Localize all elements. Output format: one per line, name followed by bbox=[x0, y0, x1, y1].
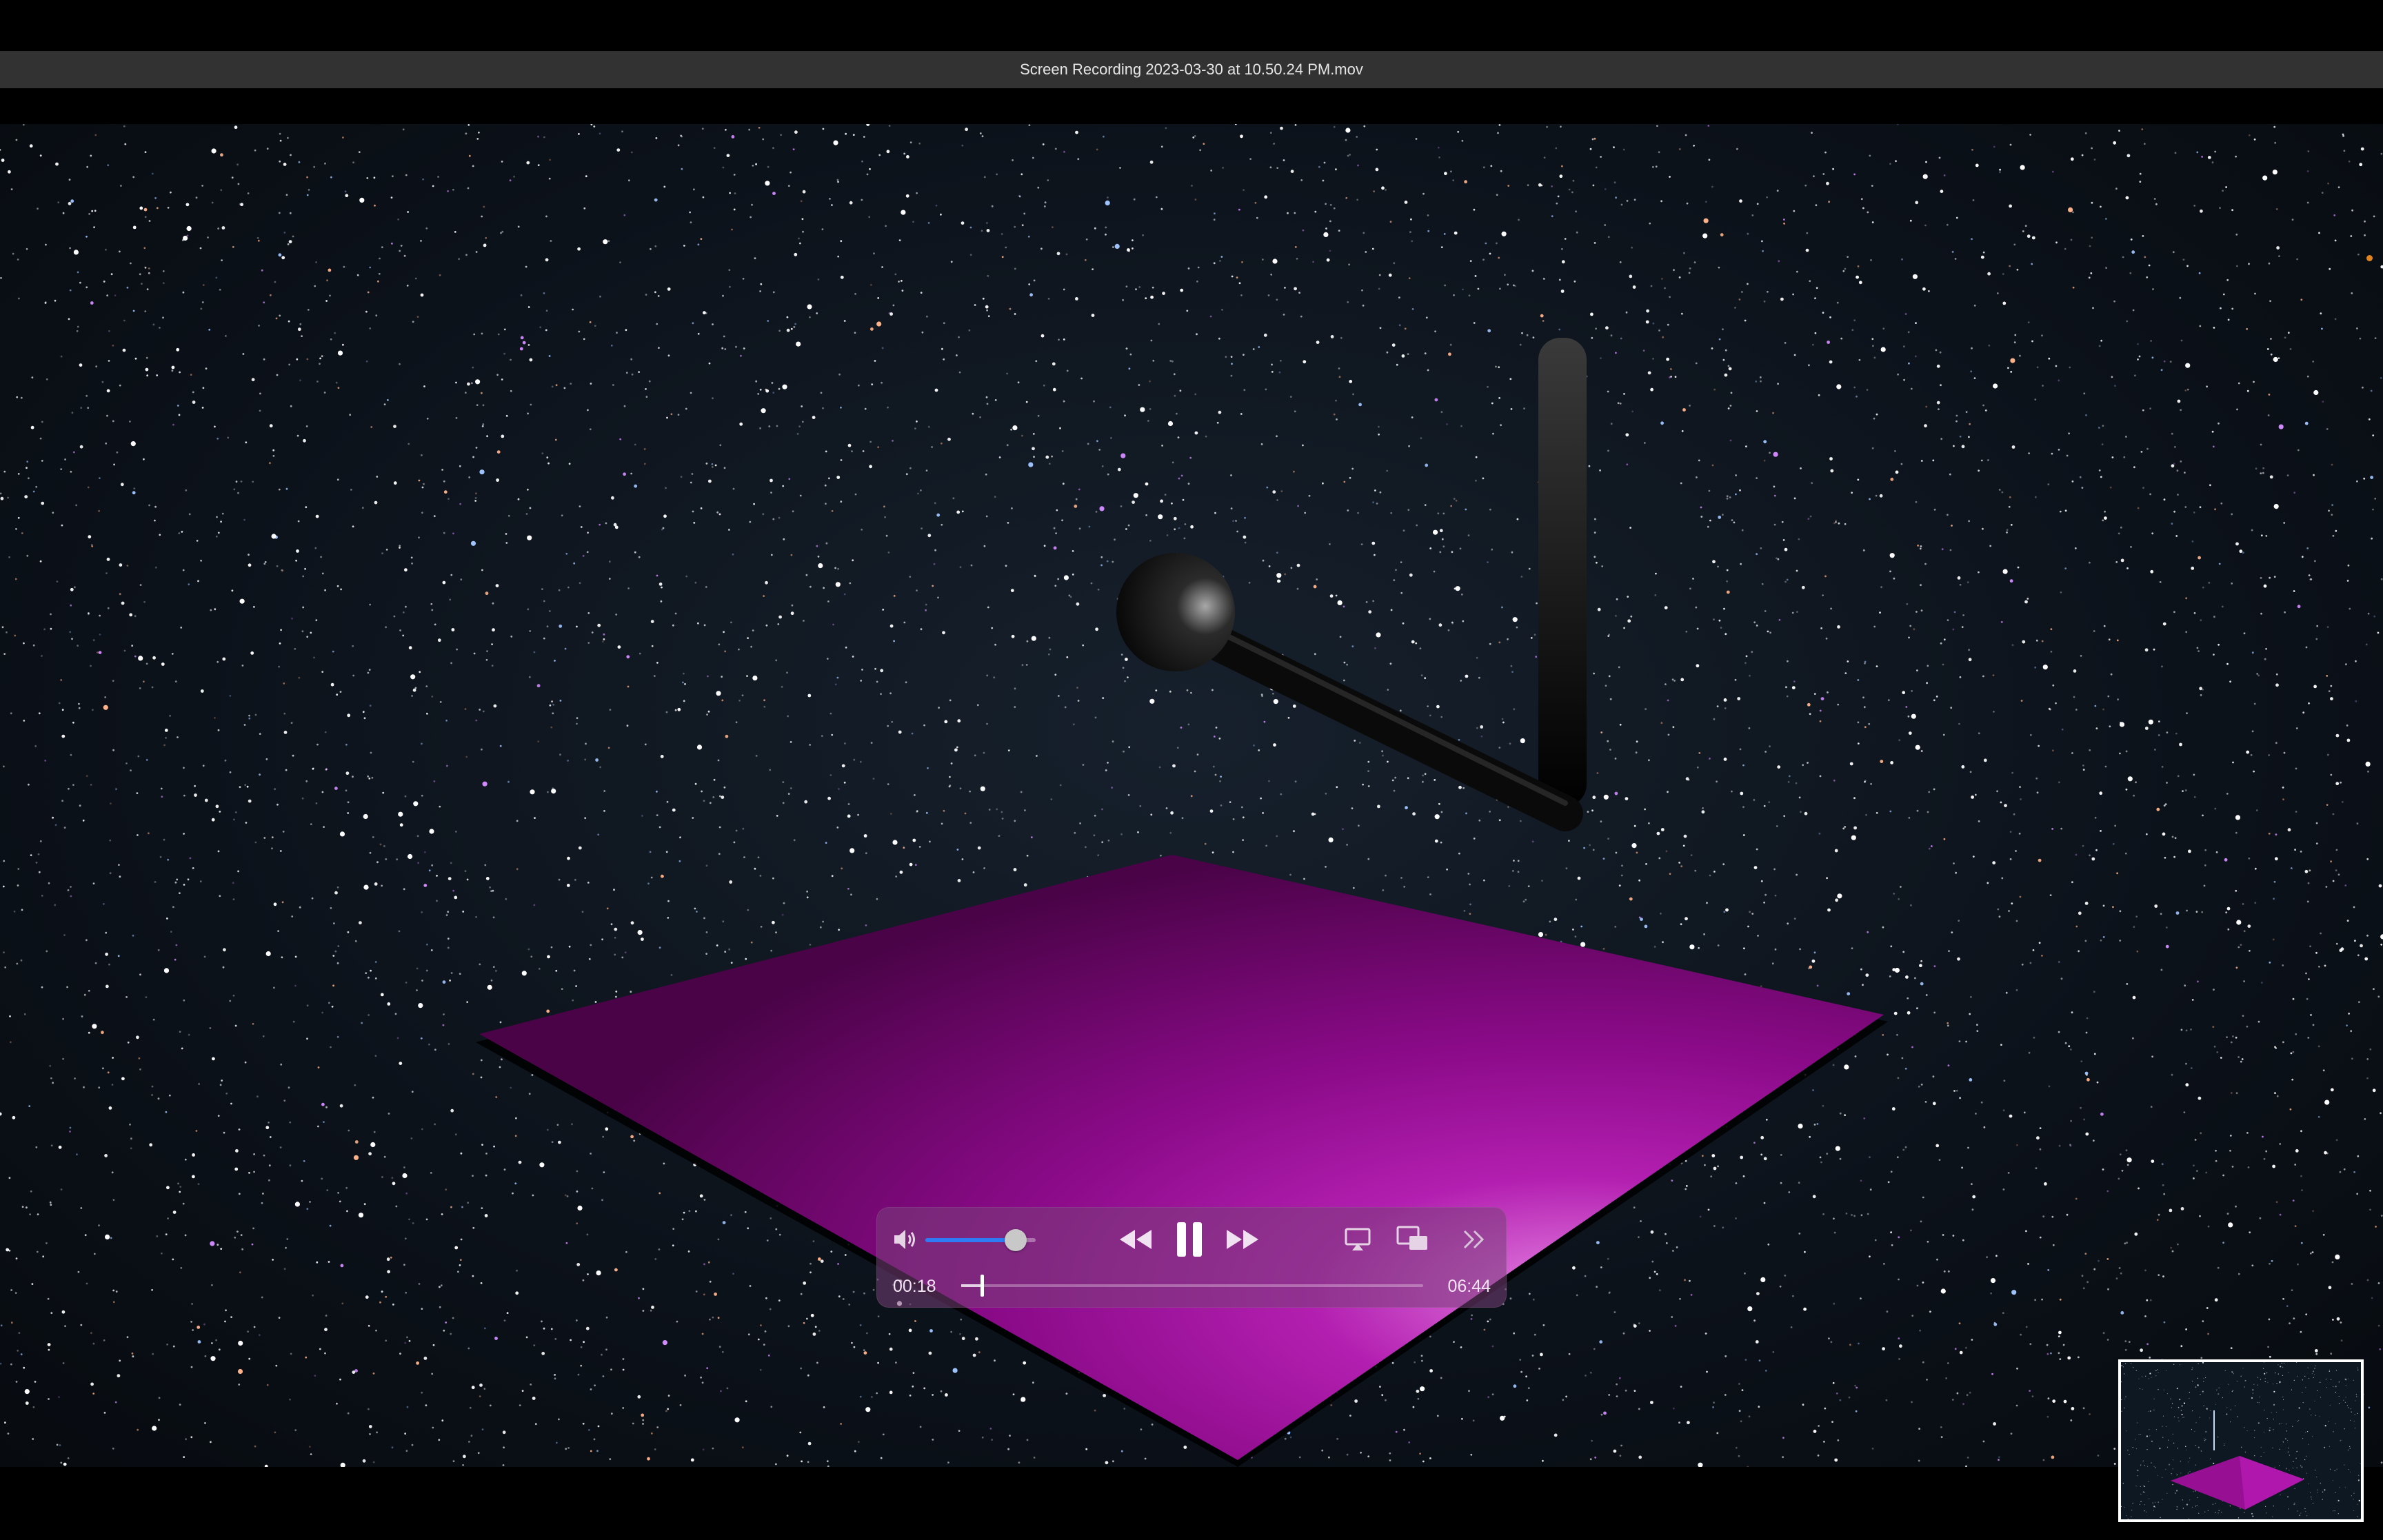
recording-indicator bbox=[2366, 255, 2373, 261]
chevron-double-right-icon[interactable] bbox=[1459, 1223, 1489, 1256]
pendulum-arm bbox=[1168, 609, 1583, 831]
playhead[interactable] bbox=[981, 1275, 985, 1297]
preview-thumbnail[interactable] bbox=[2118, 1359, 2364, 1522]
duration: 06:44 bbox=[1447, 1277, 1491, 1296]
volume-slider[interactable] bbox=[925, 1229, 1036, 1251]
current-time: 00:18 bbox=[893, 1277, 936, 1296]
pendulum-post bbox=[1538, 338, 1587, 807]
picture-in-picture-icon[interactable] bbox=[1394, 1222, 1430, 1256]
window-titlebar: Screen Recording 2023-03-30 at 10.50.24 … bbox=[0, 51, 2383, 88]
rewind-icon[interactable] bbox=[1116, 1223, 1155, 1256]
pause-icon[interactable] bbox=[1171, 1217, 1208, 1262]
speaker-icon[interactable] bbox=[891, 1224, 921, 1255]
timeline-scrubber[interactable] bbox=[961, 1275, 1423, 1297]
fast-forward-icon[interactable] bbox=[1223, 1223, 1262, 1256]
playback-controls: 00:18 06:44 bbox=[876, 1207, 1507, 1308]
thumbnail-scene bbox=[2121, 1362, 2361, 1519]
timeline-progress bbox=[961, 1284, 983, 1287]
window-title: Screen Recording 2023-03-30 at 10.50.24 … bbox=[1020, 61, 1363, 78]
volume-level bbox=[925, 1238, 1016, 1242]
airplay-icon[interactable] bbox=[1342, 1223, 1374, 1256]
pendulum-ball bbox=[1116, 553, 1235, 671]
volume-knob[interactable] bbox=[1005, 1229, 1027, 1251]
